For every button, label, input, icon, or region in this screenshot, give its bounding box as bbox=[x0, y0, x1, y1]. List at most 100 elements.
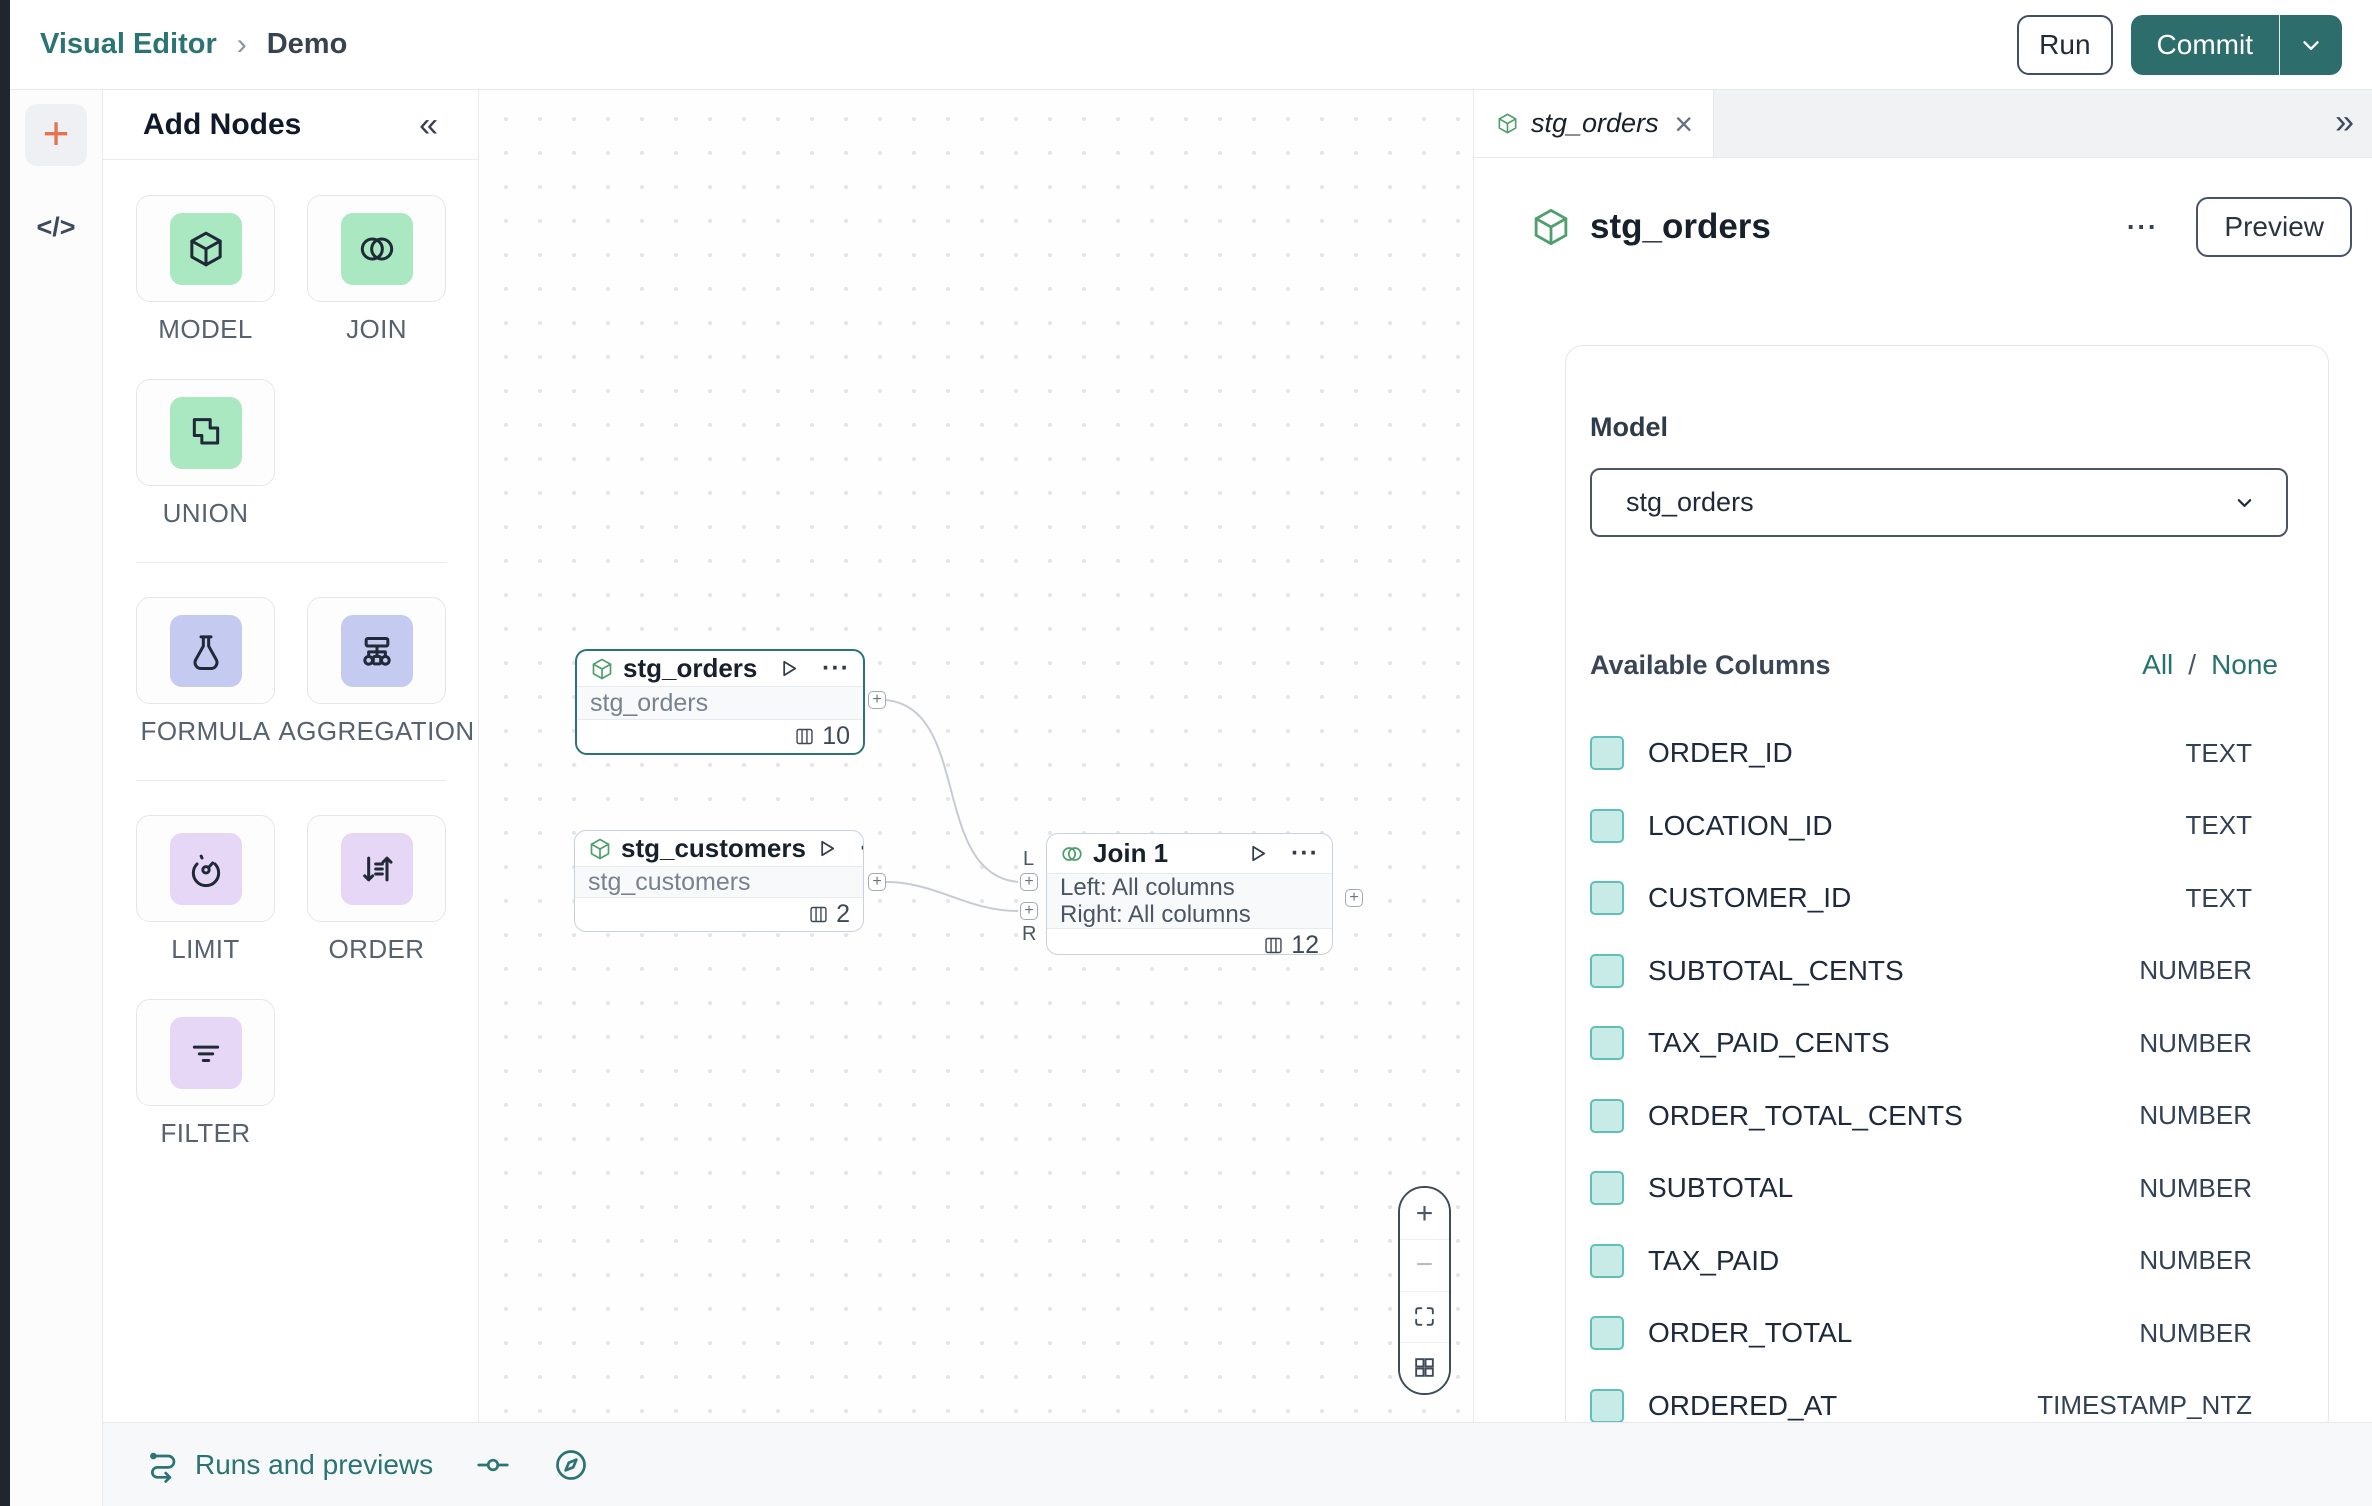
column-name: ORDER_ID bbox=[1648, 737, 1793, 769]
compass-button[interactable] bbox=[553, 1447, 589, 1483]
chevron-down-icon bbox=[2298, 32, 2324, 58]
zoom-in-button[interactable]: + bbox=[1400, 1188, 1449, 1239]
topbar-actions: Run Commit bbox=[2017, 15, 2342, 75]
route-icon bbox=[145, 1447, 181, 1483]
node-footer: 2 bbox=[575, 898, 863, 931]
node-config-card: Model stg_orders Available Columns All /… bbox=[1565, 345, 2329, 1422]
tab-stg-orders[interactable]: stg_orders × bbox=[1474, 90, 1714, 157]
panel-tab-bar: stg_orders × » bbox=[1474, 90, 2372, 158]
select-all-link[interactable]: All bbox=[2142, 649, 2173, 681]
column-type: TIMESTAMP_NTZ bbox=[2037, 1390, 2252, 1421]
commit-split-button: Commit bbox=[2131, 15, 2342, 75]
run-node-button[interactable] bbox=[777, 657, 800, 680]
palette-item-filter[interactable]: FILTER bbox=[136, 999, 275, 1149]
node-footer: 10 bbox=[577, 720, 863, 753]
palette-item-aggregation[interactable]: AGGREGATION bbox=[307, 597, 446, 747]
column-row: CUSTOMER_ID TEXT bbox=[1590, 862, 2304, 935]
play-icon bbox=[815, 837, 838, 860]
column-type: TEXT bbox=[2186, 738, 2252, 769]
palette-item-order[interactable]: ORDER bbox=[307, 815, 446, 965]
panel-more-button[interactable]: ··· bbox=[2127, 212, 2158, 243]
commit-button[interactable]: Commit bbox=[2131, 15, 2279, 75]
column-checkbox[interactable] bbox=[1590, 1389, 1624, 1422]
column-checkbox[interactable] bbox=[1590, 1026, 1624, 1060]
column-checkbox[interactable] bbox=[1590, 1099, 1624, 1133]
palette-divider bbox=[136, 780, 446, 781]
columns-icon bbox=[1263, 935, 1284, 955]
column-name: TAX_PAID_CENTS bbox=[1648, 1027, 1890, 1059]
model-label: Model bbox=[1590, 412, 2304, 443]
play-icon bbox=[777, 657, 800, 680]
port-join-right-input[interactable]: + bbox=[1020, 902, 1038, 920]
node-stg-orders[interactable]: stg_orders ··· stg_orders 10 bbox=[575, 649, 865, 755]
column-checkbox[interactable] bbox=[1590, 809, 1624, 843]
palette-item-formula[interactable]: FORMULA bbox=[136, 597, 275, 747]
node-more-button[interactable]: ··· bbox=[822, 656, 850, 681]
window-edge bbox=[0, 0, 10, 1506]
join-circles-icon bbox=[1060, 842, 1084, 866]
chevron-down-icon bbox=[2231, 489, 2258, 516]
column-checkbox[interactable] bbox=[1590, 1171, 1624, 1205]
grid-icon bbox=[1412, 1355, 1437, 1380]
breadcrumb-visual-editor[interactable]: Visual Editor bbox=[40, 28, 217, 61]
join-left-port-label: L bbox=[1023, 848, 1034, 871]
union-shapes-icon bbox=[186, 413, 226, 453]
port-stg-customers-output[interactable]: + bbox=[868, 873, 886, 891]
column-checkbox[interactable] bbox=[1590, 1244, 1624, 1278]
edge-customers-to-join bbox=[886, 882, 1018, 911]
bottom-bar: Runs and previews bbox=[103, 1422, 2372, 1506]
palette-item-union[interactable]: UNION bbox=[136, 379, 275, 529]
select-none-link[interactable]: None bbox=[2211, 649, 2278, 681]
layout-grid-button[interactable] bbox=[1400, 1342, 1449, 1393]
node-body: stg_customers bbox=[575, 866, 863, 898]
collapse-right-panel-icon[interactable]: » bbox=[2335, 102, 2354, 141]
palette-item-limit[interactable]: LIMIT bbox=[136, 815, 275, 965]
column-type: NUMBER bbox=[2139, 1245, 2252, 1276]
edge-orders-to-join bbox=[886, 700, 1018, 882]
fit-view-button[interactable] bbox=[1400, 1291, 1449, 1342]
run-node-button[interactable] bbox=[1246, 842, 1269, 865]
node-join-1[interactable]: Join 1 ··· Left: All columns Right: All … bbox=[1046, 833, 1333, 955]
node-stg-customers[interactable]: stg_customers ··· stg_customers 2 bbox=[574, 830, 864, 932]
column-checkbox[interactable] bbox=[1590, 881, 1624, 915]
node-more-button[interactable]: ··· bbox=[1291, 841, 1319, 866]
run-node-button[interactable] bbox=[815, 837, 838, 860]
commit-node-button[interactable] bbox=[475, 1447, 511, 1483]
fit-view-icon bbox=[1412, 1304, 1437, 1329]
flask-icon bbox=[186, 631, 226, 671]
columns-icon bbox=[794, 726, 815, 747]
column-checkbox[interactable] bbox=[1590, 736, 1624, 770]
palette-group-sources: MODEL JOIN UNION bbox=[136, 195, 446, 529]
column-name: LOCATION_ID bbox=[1648, 810, 1833, 842]
run-button[interactable]: Run bbox=[2017, 15, 2112, 75]
column-name: ORDER_TOTAL bbox=[1648, 1317, 1852, 1349]
column-row: LOCATION_ID TEXT bbox=[1590, 790, 2304, 863]
node-header: stg_orders ··· bbox=[577, 651, 863, 686]
palette-item-model[interactable]: MODEL bbox=[136, 195, 275, 345]
preview-button[interactable]: Preview bbox=[2196, 197, 2352, 257]
zoom-out-button[interactable]: − bbox=[1400, 1239, 1449, 1290]
add-node-button[interactable]: + bbox=[25, 104, 87, 166]
columns-list: ORDER_ID TEXT LOCATION_ID TEXT CUSTOMER_… bbox=[1590, 717, 2304, 1422]
edges-layer bbox=[479, 90, 1473, 1422]
breadcrumb: Visual Editor › Demo bbox=[40, 28, 347, 62]
code-view-button[interactable]: </> bbox=[36, 212, 75, 243]
port-join-left-input[interactable]: + bbox=[1020, 873, 1038, 891]
close-tab-icon[interactable]: × bbox=[1674, 108, 1693, 140]
palette-group-shape: LIMIT ORDER FILTER bbox=[136, 815, 446, 1149]
join-right-config: Right: All columns bbox=[1060, 901, 1319, 928]
collapse-panel-icon[interactable]: « bbox=[419, 108, 438, 142]
port-join-output[interactable]: + bbox=[1345, 889, 1363, 907]
flow-canvas[interactable]: stg_orders ··· stg_orders 10 stg_custome… bbox=[479, 90, 1473, 1422]
node-more-button[interactable]: ··· bbox=[860, 836, 864, 861]
cube-icon bbox=[1496, 112, 1519, 135]
port-stg-orders-output[interactable]: + bbox=[868, 691, 886, 709]
column-checkbox[interactable] bbox=[1590, 1316, 1624, 1350]
model-select[interactable]: stg_orders bbox=[1590, 468, 2288, 537]
runs-and-previews-button[interactable]: Runs and previews bbox=[145, 1447, 433, 1483]
column-checkbox[interactable] bbox=[1590, 954, 1624, 988]
node-header: stg_customers ··· bbox=[575, 831, 863, 866]
palette-item-join[interactable]: JOIN bbox=[307, 195, 446, 345]
commit-dropdown-button[interactable] bbox=[2280, 15, 2342, 75]
column-row: TAX_PAID_CENTS NUMBER bbox=[1590, 1007, 2304, 1080]
